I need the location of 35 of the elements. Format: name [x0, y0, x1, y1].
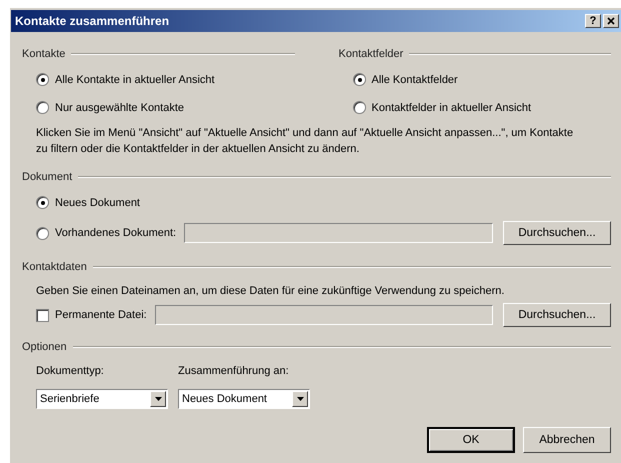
- ok-button[interactable]: OK: [427, 427, 515, 453]
- radio-button[interactable]: [36, 73, 49, 86]
- checkbox[interactable]: [36, 308, 49, 322]
- dropdown-arrow-icon: [296, 397, 304, 401]
- description-text: Geben Sie einen Dateinamen an, um diese Daten für eine zukünftige Verwendung zu speichern.: [36, 285, 506, 297]
- group-heading: Kontaktdaten: [22, 261, 87, 273]
- browse-button[interactable]: Durchsuchen...: [503, 303, 611, 327]
- dropdown-label: Zusammenführung an:: [178, 365, 290, 377]
- browse-button[interactable]: Durchsuchen...: [503, 221, 611, 245]
- instruction-text: Klicken Sie im Menü "Ansicht" auf "Aktuelle Ansicht" und dann auf "Aktuelle Ansicht anpassen...", um Kontakte zu filtern oder die Kontaktfelder in der aktuellen Ansicht zu ändern.: [36, 126, 574, 157]
- radio-label: Kontaktfelder in aktueller Ansicht: [372, 102, 532, 114]
- help-button[interactable]: ?: [585, 14, 601, 28]
- group-heading: Dokument: [22, 171, 72, 183]
- group-heading: Optionen: [22, 341, 67, 353]
- radio-label: Alle Kontaktfelder: [372, 74, 458, 86]
- radio-button[interactable]: [352, 101, 366, 114]
- dropdown[interactable]: Serienbriefe: [36, 389, 168, 409]
- radio-button[interactable]: [36, 101, 49, 114]
- radio-label: Alle Kontakte in aktueller Ansicht: [55, 74, 215, 86]
- close-icon: [607, 17, 615, 25]
- radio-button[interactable]: [352, 73, 366, 86]
- dropdown-arrow-icon: [154, 397, 162, 401]
- radio-label: Nur ausgewählte Kontakte: [55, 102, 184, 114]
- checkbox-label: Permanente Datei:: [55, 309, 147, 321]
- group-heading: Kontakte: [22, 48, 66, 60]
- group-heading: Kontaktfelder: [338, 48, 404, 60]
- radio-label: Neues Dokument: [55, 196, 140, 208]
- cancel-button[interactable]: Abbrechen: [523, 427, 611, 453]
- radio-button[interactable]: [36, 226, 49, 240]
- radio-button[interactable]: [36, 196, 49, 209]
- close-button[interactable]: [603, 14, 619, 28]
- dropdown-label: Dokumenttyp:: [36, 365, 105, 377]
- dropdown[interactable]: Neues Dokument: [178, 389, 310, 409]
- radio-label: Vorhandenes Dokument:: [55, 227, 176, 239]
- window-title: Kontakte zusammenführen: [15, 14, 170, 28]
